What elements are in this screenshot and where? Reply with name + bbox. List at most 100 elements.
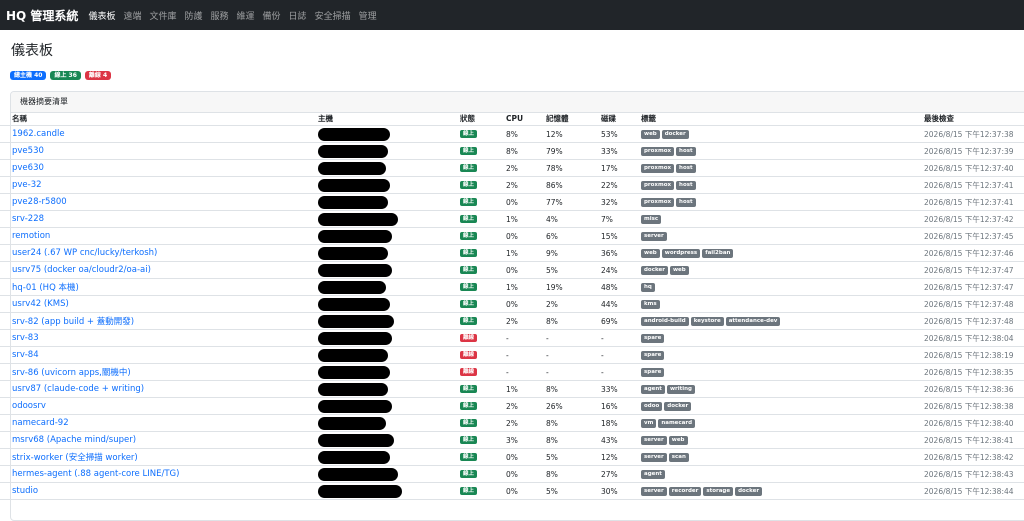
machine-name-link[interactable]: srv-228 xyxy=(12,214,44,224)
disk-value: 24% xyxy=(601,265,618,275)
col-header-cpu[interactable]: CPU xyxy=(506,111,544,125)
cpu-value: 0% xyxy=(506,486,518,496)
tag-list: server recorder storage docker xyxy=(641,483,921,499)
nav-item-logs[interactable]: 日誌 xyxy=(289,9,307,22)
machine-name-link[interactable]: srv-82 (app build + 蓋動開發) xyxy=(12,315,134,327)
col-header-host[interactable]: 主機 xyxy=(318,111,456,125)
status-badge: 離線 xyxy=(460,368,478,376)
machine-name-link[interactable]: srv-84 xyxy=(12,350,39,360)
machine-name-link[interactable]: pve630 xyxy=(12,163,44,173)
machine-name-link[interactable]: 1962.candle xyxy=(12,129,65,139)
status-badge: 線上 xyxy=(460,470,478,478)
table-row[interactable]: msrv68 (Apache mind/super) 線上 3% 8% 43% … xyxy=(0,432,1024,449)
tag-badge: scan xyxy=(668,452,689,462)
nav-item-backup[interactable]: 備份 xyxy=(263,9,281,22)
nav-item-protection[interactable]: 防護 xyxy=(184,9,202,22)
memory-value: 5% xyxy=(546,486,558,496)
table-row[interactable]: pve28-r5800 線上 0% 77% 32% proxmox host 20… xyxy=(0,194,1024,211)
table-row[interactable]: pve-32 線上 2% 86% 22% proxmox host 2026/8/… xyxy=(0,177,1024,194)
table-row[interactable]: usrv42 (KMS) 線上 0% 2% 44% kms 2026/8/15 … xyxy=(0,296,1024,313)
machine-name-link[interactable]: pve-32 xyxy=(12,180,42,190)
machine-name-link[interactable]: pve530 xyxy=(12,146,44,156)
disk-value: 16% xyxy=(601,401,618,411)
cpu-value: 2% xyxy=(506,180,518,190)
machine-name-link[interactable]: odoosrv xyxy=(12,401,46,411)
table-row[interactable]: user24 (.67 WP cnc/lucky/terkosh) 線上 1% … xyxy=(0,245,1024,262)
table-row[interactable]: pve530 線上 8% 79% 33% proxmox host 2026/8/… xyxy=(0,143,1024,160)
disk-value: 36% xyxy=(601,248,618,258)
col-header-status[interactable]: 狀態 xyxy=(460,111,502,125)
machine-name-link[interactable]: srv-86 (uvicorn apps,關機中) xyxy=(12,366,131,378)
nav-item-services[interactable]: 服務 xyxy=(211,9,229,22)
cpu-value: 0% xyxy=(506,299,518,309)
table-row[interactable]: usrv75 (docker oa/cloudr2/oa-ai) 線上 0% 5… xyxy=(0,262,1024,279)
tag-badge: spare xyxy=(641,367,665,377)
col-header-tags[interactable]: 標籤 xyxy=(641,111,921,125)
table-row[interactable]: usrv87 (claude-code + writing) 線上 1% 8% … xyxy=(0,381,1024,398)
nav-item-admin[interactable]: 管理 xyxy=(359,9,377,22)
last-check-value: 2026/8/15 下午12:38:40 xyxy=(924,418,1014,428)
nav-item-remote[interactable]: 遠端 xyxy=(123,9,141,22)
last-check-value: 2026/8/15 下午12:38:19 xyxy=(924,350,1014,360)
col-header-memory[interactable]: 記憶體 xyxy=(546,111,600,125)
tag-list: kms xyxy=(641,296,921,312)
table-row[interactable]: hq-01 (HQ 本機) 線上 1% 19% 48% hq 2026/8/15… xyxy=(0,279,1024,296)
machine-name-link[interactable]: msrv68 (Apache mind/super) xyxy=(12,435,136,445)
nav-item-dashboard[interactable]: 儀表板 xyxy=(88,9,115,22)
disk-value: 17% xyxy=(601,163,618,173)
last-check-value: 2026/8/15 下午12:37:41 xyxy=(924,180,1014,190)
status-badge: 線上 xyxy=(460,130,478,138)
machine-name-link[interactable]: srv-83 xyxy=(12,333,39,343)
table-row[interactable]: srv-83 離線 - - - spare 2026/8/15 下午12:38:… xyxy=(0,330,1024,347)
machine-name-link[interactable]: studio xyxy=(12,486,38,496)
tag-badge: proxmox xyxy=(641,163,675,173)
machine-name-link[interactable]: strix-worker (安全掃描 worker) xyxy=(12,451,138,463)
machine-name-link[interactable]: pve28-r5800 xyxy=(12,197,67,207)
tag-badge: server xyxy=(641,435,667,445)
table-row[interactable]: odoosrv 線上 2% 26% 16% odoo docker 2026/8/… xyxy=(0,398,1024,415)
tag-list: misc xyxy=(641,211,921,227)
memory-value: 78% xyxy=(546,163,563,173)
table-row[interactable]: remotion 線上 0% 6% 15% server 2026/8/15 下… xyxy=(0,228,1024,245)
cpu-value: 0% xyxy=(506,231,518,241)
memory-value: 77% xyxy=(546,197,563,207)
nav-item-security-scan[interactable]: 安全掃描 xyxy=(315,9,351,22)
table-row[interactable]: hermes-agent (.88 agent-core LINE/TG) 線上… xyxy=(0,466,1024,483)
table-row[interactable]: strix-worker (安全掃描 worker) 線上 0% 5% 12% … xyxy=(0,449,1024,466)
machine-name-link[interactable]: usrv75 (docker oa/cloudr2/oa-ai) xyxy=(12,265,151,275)
table-row[interactable]: srv-86 (uvicorn apps,關機中) 離線 - - - spare… xyxy=(0,364,1024,381)
tag-list: server web xyxy=(641,432,921,448)
last-check-value: 2026/8/15 下午12:37:38 xyxy=(924,129,1014,139)
brand-title[interactable]: HQ 管理系統 xyxy=(6,7,78,24)
machine-name-link[interactable]: namecard-92 xyxy=(12,418,69,428)
machine-name-link[interactable]: usrv87 (claude-code + writing) xyxy=(12,384,144,394)
machine-name-link[interactable]: hermes-agent (.88 agent-core LINE/TG) xyxy=(12,469,179,479)
tag-list: server scan xyxy=(641,449,921,465)
table-row[interactable]: pve630 線上 2% 78% 17% proxmox host 2026/8/… xyxy=(0,160,1024,177)
disk-value: 69% xyxy=(601,316,618,326)
col-header-disk[interactable]: 磁碟 xyxy=(601,111,639,125)
redacted-host xyxy=(318,450,390,464)
col-header-name[interactable]: 名稱 xyxy=(12,111,312,125)
last-check-value: 2026/8/15 下午12:37:45 xyxy=(924,231,1014,241)
table-row[interactable]: 1962.candle 線上 8% 12% 53% web docker 2026… xyxy=(0,126,1024,143)
col-header-last-check[interactable]: 最後檢查 xyxy=(924,111,1024,125)
machine-name-link[interactable]: remotion xyxy=(12,231,50,241)
tag-badge: fail2ban xyxy=(702,248,734,258)
table-row[interactable]: namecard-92 線上 2% 8% 18% vm namecard 2026… xyxy=(0,415,1024,432)
machine-name-link[interactable]: usrv42 (KMS) xyxy=(12,299,69,309)
machine-name-link[interactable]: hq-01 (HQ 本機) xyxy=(12,281,79,293)
table-row[interactable]: srv-228 線上 1% 4% 7% misc 2026/8/15 下午12:… xyxy=(0,211,1024,228)
machine-name-link[interactable]: user24 (.67 WP cnc/lucky/terkosh) xyxy=(12,248,157,258)
nav-item-operations[interactable]: 維運 xyxy=(237,9,255,22)
tag-badge: docker xyxy=(735,486,763,496)
nav-item-docs[interactable]: 文件庫 xyxy=(149,9,176,22)
status-badge: 線上 xyxy=(460,300,478,308)
table-row[interactable]: srv-82 (app build + 蓋動開發) 線上 2% 8% 69% a… xyxy=(0,313,1024,330)
table-row[interactable]: studio 線上 0% 5% 30% server recorder storag… xyxy=(0,483,1024,500)
table-row[interactable]: srv-84 離線 - - - spare 2026/8/15 下午12:38:… xyxy=(0,347,1024,364)
tag-badge: agent xyxy=(641,384,665,394)
disk-value: 30% xyxy=(601,486,618,496)
cpu-value: 0% xyxy=(506,197,518,207)
status-badge: 離線 xyxy=(460,351,478,359)
